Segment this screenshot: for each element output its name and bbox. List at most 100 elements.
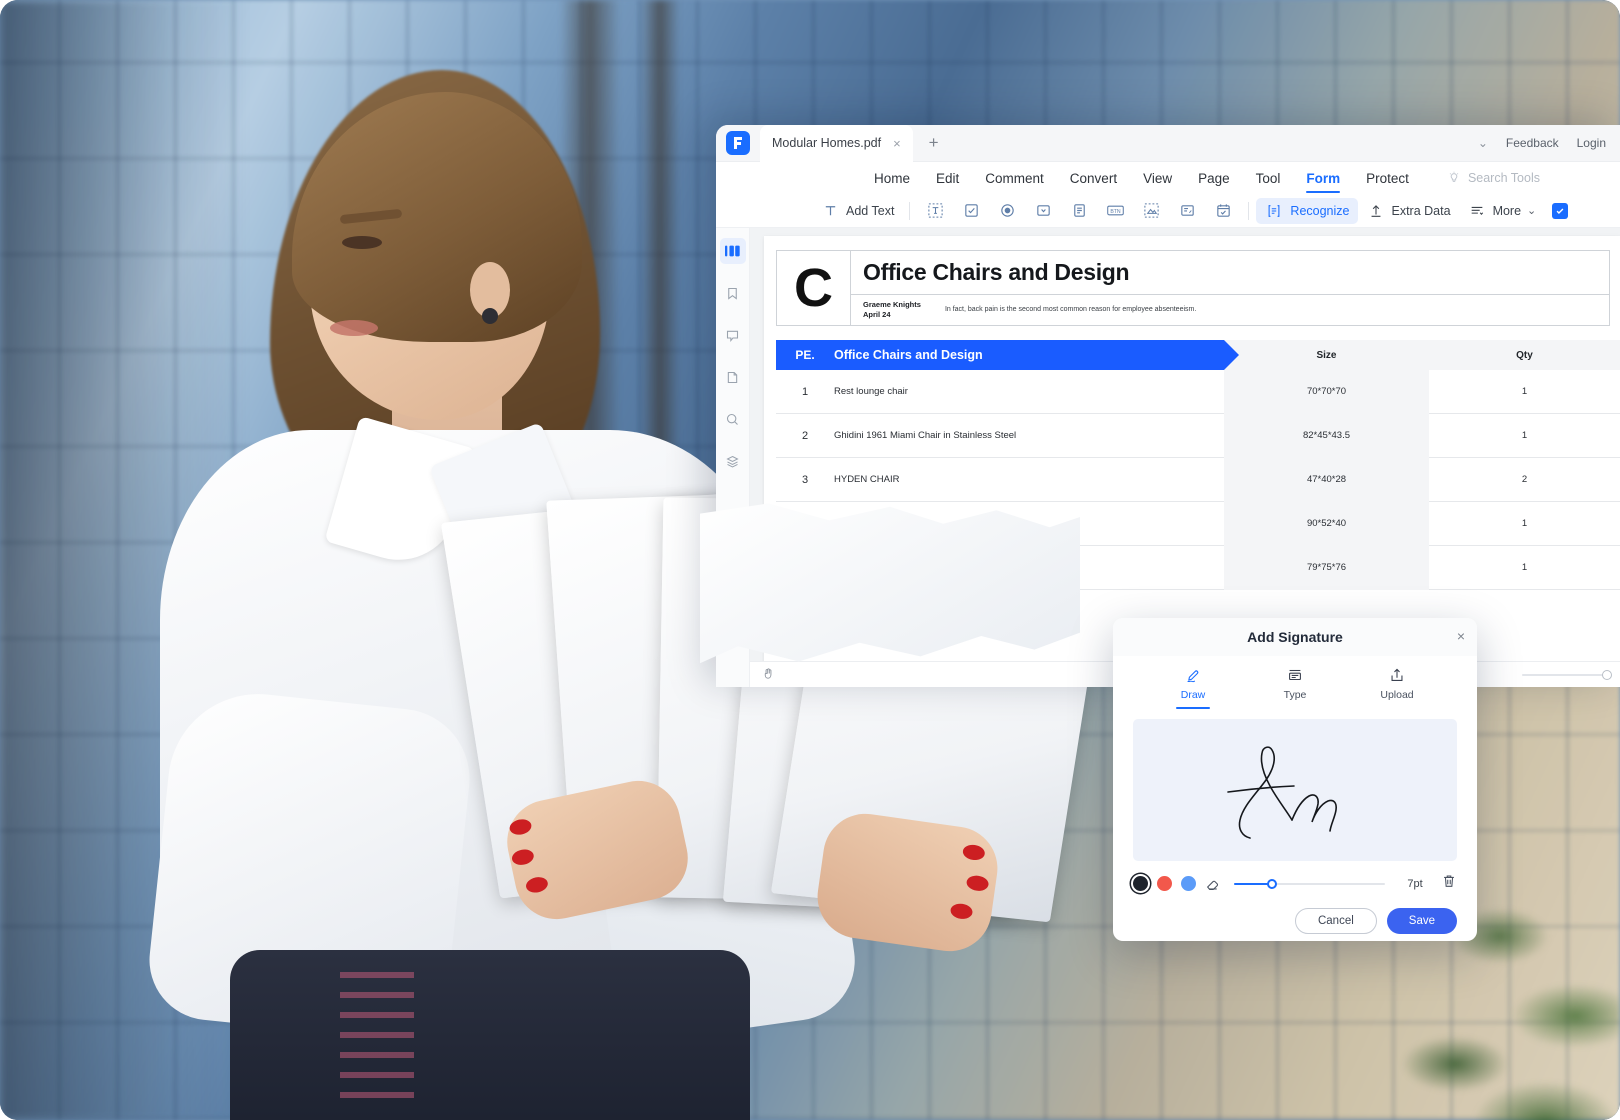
- form-toolbar: Add Text BTN Recognize Extra Data More ⌄: [716, 194, 1620, 228]
- color-swatch-blue[interactable]: [1181, 876, 1196, 891]
- login-link[interactable]: Login: [1577, 136, 1606, 150]
- radio-button-field-tool[interactable]: [989, 198, 1025, 224]
- zoom-slider[interactable]: [1522, 669, 1612, 680]
- tab-type-label: Type: [1283, 689, 1307, 701]
- upload-signature-icon: [1388, 664, 1406, 686]
- dialog-header: Add Signature ×: [1113, 618, 1477, 656]
- checkbox-field-tool[interactable]: [953, 198, 989, 224]
- sidebar-item-comments[interactable]: [720, 322, 746, 348]
- eraser-icon[interactable]: [1205, 876, 1221, 892]
- titlebar-right-actions: ⌄ Feedback Login: [1478, 136, 1620, 150]
- toolbar-separator: [909, 201, 911, 220]
- fingernail: [524, 875, 550, 895]
- tab-type[interactable]: Type: [1267, 664, 1323, 709]
- signature-field-icon: [1177, 201, 1197, 221]
- radio-button-field-icon: [997, 201, 1017, 221]
- sidebar-item-layers[interactable]: [720, 448, 746, 474]
- feedback-link[interactable]: Feedback: [1506, 136, 1559, 150]
- add-text-button[interactable]: Add Text: [812, 198, 902, 224]
- checkbox-field-icon: [961, 201, 981, 221]
- dialog-footer: Cancel Save: [1113, 894, 1477, 934]
- signature-canvas[interactable]: [1133, 719, 1457, 861]
- table-row[interactable]: 2 Ghidini 1961 Miami Chair in Stainless …: [776, 413, 1620, 458]
- table-row[interactable]: 3 HYDEN CHAIR 47*40*28 2: [776, 457, 1620, 502]
- close-icon[interactable]: ×: [893, 136, 901, 151]
- signature-field-tool[interactable]: [1169, 198, 1205, 224]
- color-swatch-red[interactable]: [1157, 876, 1172, 891]
- tab-draw[interactable]: Draw: [1165, 664, 1221, 709]
- recognize-label: Recognize: [1290, 203, 1350, 218]
- menu-page[interactable]: Page: [1198, 171, 1230, 186]
- more-button[interactable]: More ⌄: [1459, 198, 1545, 224]
- menu-comment[interactable]: Comment: [985, 171, 1044, 186]
- cell-qty: 1: [1521, 386, 1528, 397]
- tab-upload[interactable]: Upload: [1369, 664, 1425, 709]
- zoom-slider-knob[interactable]: [1602, 669, 1612, 680]
- app-logo-icon: [726, 131, 750, 155]
- text-field-tool[interactable]: [917, 198, 953, 224]
- menu-home[interactable]: Home: [874, 171, 910, 186]
- chevron-down-icon: ⌄: [1527, 205, 1537, 217]
- close-icon[interactable]: ×: [1457, 629, 1465, 643]
- hand-tool-icon[interactable]: [762, 667, 775, 683]
- dropdown-field-tool[interactable]: [1025, 198, 1061, 224]
- document-header: C Office Chairs and Design Graeme Knight…: [776, 250, 1610, 326]
- menu-edit[interactable]: Edit: [936, 171, 959, 186]
- cell-no: 1: [801, 385, 809, 398]
- skirt: [230, 950, 750, 1120]
- list-box-field-tool[interactable]: [1061, 198, 1097, 224]
- tab-draw-label: Draw: [1180, 689, 1206, 701]
- screenshot-root: Modular Homes.pdf × + ⌄ Feedback Login H…: [0, 0, 1620, 1120]
- cell-qty: 2: [1521, 474, 1528, 485]
- cell-no: 3: [801, 473, 809, 486]
- sidebar-item-search[interactable]: [720, 406, 746, 432]
- cell-size: 79*75*76: [1224, 545, 1429, 590]
- list-box-field-icon: [1069, 201, 1089, 221]
- delete-icon[interactable]: [1441, 873, 1457, 894]
- menu-convert[interactable]: Convert: [1070, 171, 1117, 186]
- menu-form[interactable]: Form: [1306, 171, 1340, 193]
- fingernail: [961, 843, 986, 862]
- dialog-title: Add Signature: [1247, 629, 1343, 645]
- add-text-icon: [820, 201, 840, 221]
- draw-signature-icon: [1184, 664, 1202, 686]
- cell-size: 82*45*43.5: [1224, 413, 1429, 458]
- author-name: Graeme Knights: [863, 299, 921, 309]
- sidebar-item-bookmarks[interactable]: [720, 280, 746, 306]
- earring: [482, 308, 498, 324]
- push-button-field-icon: BTN: [1105, 201, 1125, 221]
- image-field-icon: [1141, 201, 1161, 221]
- chevron-down-icon[interactable]: ⌄: [1478, 136, 1488, 150]
- push-button-field-tool[interactable]: BTN: [1097, 198, 1133, 224]
- document-tab[interactable]: Modular Homes.pdf ×: [760, 125, 913, 162]
- stroke-width-knob[interactable]: [1266, 878, 1277, 889]
- menu-tool[interactable]: Tool: [1256, 171, 1281, 186]
- date-field-tool[interactable]: [1205, 198, 1241, 224]
- recognize-button[interactable]: Recognize: [1256, 197, 1358, 224]
- lips: [330, 320, 378, 336]
- main-menubar: Home Edit Comment Convert View Page Tool…: [716, 162, 1620, 194]
- image-field-tool[interactable]: [1133, 198, 1169, 224]
- color-swatch-black[interactable]: [1133, 876, 1148, 891]
- cell-no: 2: [801, 429, 809, 442]
- highlight-fields-toggle[interactable]: [1544, 200, 1576, 222]
- stroke-width-value: 7pt: [1407, 877, 1423, 890]
- search-tools[interactable]: Search Tools: [1447, 170, 1540, 187]
- extra-data-button[interactable]: Extra Data: [1358, 198, 1459, 224]
- toolbar-separator: [1248, 201, 1250, 220]
- table-row[interactable]: 1 Rest lounge chair 70*70*70 1: [776, 369, 1620, 414]
- sidebar-item-thumbnails[interactable]: [719, 238, 746, 264]
- menu-protect[interactable]: Protect: [1366, 171, 1409, 186]
- fingernail: [949, 902, 974, 921]
- menu-view[interactable]: View: [1143, 171, 1172, 186]
- sidebar-item-attachments[interactable]: [720, 364, 746, 390]
- add-text-label: Add Text: [846, 203, 895, 218]
- stroke-width-slider[interactable]: [1234, 878, 1385, 889]
- new-tab-button[interactable]: +: [921, 133, 947, 153]
- cancel-button[interactable]: Cancel: [1294, 908, 1377, 934]
- table-header-gray-block: Size Qty: [1224, 340, 1620, 370]
- save-button[interactable]: Save: [1386, 908, 1457, 934]
- cell-name: Rest lounge chair: [834, 386, 908, 397]
- cell-size: 47*40*28: [1224, 457, 1429, 502]
- tab-upload-label: Upload: [1380, 689, 1414, 701]
